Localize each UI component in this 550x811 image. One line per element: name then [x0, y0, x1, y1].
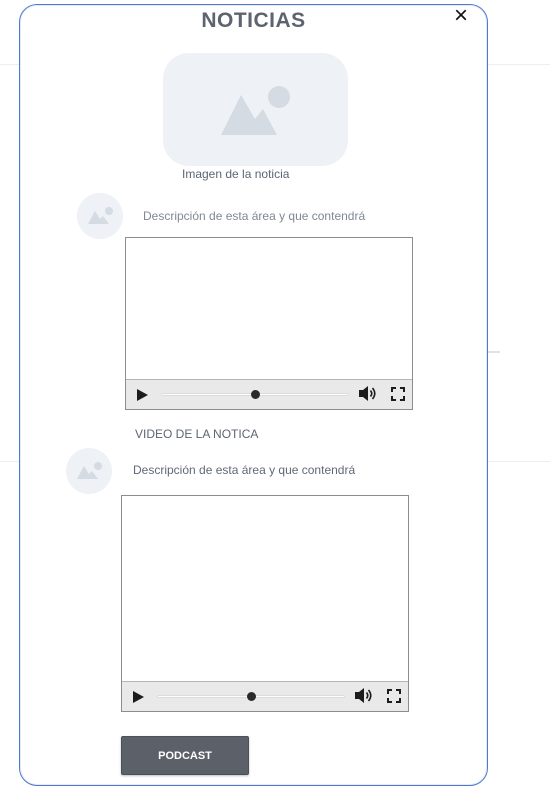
close-icon[interactable]: × [452, 4, 470, 28]
seek-thumb[interactable] [247, 692, 256, 701]
video-player-1[interactable] [125, 237, 413, 410]
section-1-description: Descripción de esta área y que contendrá [143, 209, 366, 223]
section-1-avatar [77, 193, 123, 239]
seek-track[interactable] [158, 692, 344, 701]
seek-thumb[interactable] [251, 390, 260, 399]
podcast-button[interactable]: PODCAST [121, 736, 249, 775]
image-placeholder-icon [88, 207, 113, 224]
news-image-placeholder[interactable] [163, 53, 348, 166]
video-caption: VIDEO DE LA NOTICA [135, 427, 259, 441]
seek-track[interactable] [162, 390, 348, 399]
news-modal: NOTICIAS × Imagen de la noticia Descripc… [19, 4, 488, 786]
modal-title: NOTICIAS [201, 9, 306, 32]
news-image-caption: Imagen de la noticia [182, 167, 290, 181]
fullscreen-icon[interactable] [391, 387, 405, 401]
play-icon[interactable] [133, 691, 144, 703]
image-placeholder-icon [77, 462, 102, 479]
video-player-2[interactable] [121, 495, 409, 712]
volume-icon[interactable] [358, 385, 377, 402]
video-controls [126, 379, 412, 409]
video-controls [122, 681, 408, 711]
fullscreen-icon[interactable] [387, 689, 401, 703]
section-2-description: Descripción de esta área y que contendrá [133, 463, 356, 477]
image-placeholder-icon [221, 86, 290, 135]
section-2-avatar [66, 448, 112, 494]
play-icon[interactable] [137, 389, 148, 401]
volume-icon[interactable] [354, 687, 373, 704]
